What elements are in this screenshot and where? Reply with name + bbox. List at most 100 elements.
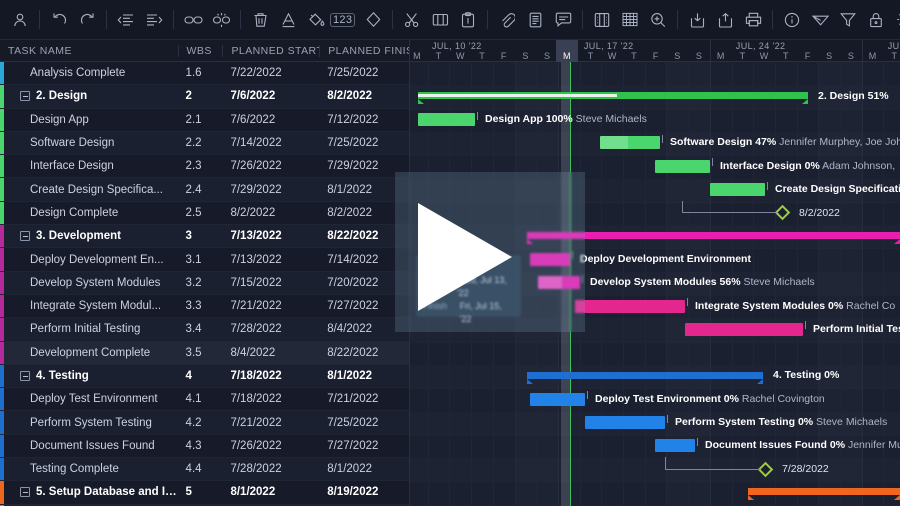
cell-wbs[interactable]: 3.3 — [178, 300, 223, 312]
cell-task-name[interactable]: Deploy Development En... — [0, 254, 178, 266]
cell-task-name[interactable]: 3. Development — [0, 230, 178, 242]
cell-wbs[interactable]: 2.1 — [178, 114, 223, 126]
cell-planned-start[interactable]: 7/6/2022 — [222, 114, 319, 126]
cell-planned-finish[interactable]: 7/25/2022 — [319, 417, 409, 429]
integrate-system-modules-bar[interactable] — [575, 299, 685, 313]
cell-task-name[interactable]: 2. Design — [0, 90, 178, 102]
table-row[interactable]: Design App 2.1 7/6/2022 7/12/2022 — [0, 108, 409, 132]
cell-wbs[interactable]: 3.1 — [178, 254, 223, 266]
collapse-toggle[interactable] — [20, 487, 30, 498]
cell-planned-start[interactable]: 8/2/2022 — [222, 207, 319, 219]
table-row[interactable]: Analysis Complete 1.6 7/22/2022 7/25/2022 — [0, 62, 409, 86]
cell-planned-finish[interactable]: 7/25/2022 — [319, 67, 409, 79]
cell-wbs[interactable]: 4.4 — [178, 463, 223, 475]
setup-database-summary-bar[interactable] — [748, 488, 900, 501]
cell-task-name[interactable]: Document Issues Found — [0, 440, 178, 452]
paste-icon[interactable] — [454, 6, 482, 34]
cell-wbs[interactable]: 5 — [178, 486, 223, 498]
design-complete-milestone[interactable] — [774, 205, 791, 221]
cell-task-name[interactable]: Software Design — [0, 137, 178, 149]
cell-planned-start[interactable]: 7/18/2022 — [222, 370, 319, 382]
cell-planned-finish[interactable]: 8/1/2022 — [319, 370, 409, 382]
text-color-icon[interactable] — [274, 6, 302, 34]
cell-planned-finish[interactable]: 7/29/2022 — [319, 160, 409, 172]
deploy-test-env-bar[interactable] — [530, 392, 585, 406]
cell-planned-finish[interactable]: 8/22/2022 — [319, 347, 409, 359]
cell-task-name[interactable]: Development Complete — [0, 347, 178, 359]
cell-planned-start[interactable]: 7/13/2022 — [222, 230, 319, 242]
table-row[interactable]: Software Design 2.2 7/14/2022 7/25/2022 — [0, 131, 409, 156]
table-row[interactable]: Perform System Testing 4.2 7/21/2022 7/25/2… — [0, 411, 409, 435]
table-row[interactable]: 3. Development 3 7/13/2022 8/22/2022 — [0, 225, 409, 249]
cell-wbs[interactable]: 3 — [178, 230, 223, 242]
cell-planned-start[interactable]: 7/22/2022 — [222, 67, 319, 79]
software-design-bar[interactable] — [600, 136, 660, 150]
create-design-spec-bar[interactable] — [710, 183, 765, 196]
cell-planned-start[interactable]: 7/28/2022 — [222, 463, 319, 475]
cell-task-name[interactable]: Develop System Modules — [0, 277, 178, 289]
lock-icon[interactable] — [862, 6, 890, 34]
table-row[interactable]: 5. Setup Database and Imp... 5 8/1/2022 8/1… — [0, 481, 409, 505]
cell-task-name[interactable]: Deploy Test Environment — [0, 393, 178, 405]
cell-wbs[interactable]: 3.2 — [178, 277, 223, 289]
comment-icon[interactable] — [549, 6, 577, 34]
fill-color-icon[interactable] — [302, 6, 330, 34]
cell-wbs[interactable]: 2 — [178, 90, 223, 102]
table-row[interactable]: Document Issues Found 4.3 7/26/2022 7/27/20… — [0, 434, 409, 459]
cell-planned-finish[interactable]: 8/19/2022 — [319, 486, 409, 498]
collapse-toggle[interactable] — [20, 91, 30, 102]
cell-planned-finish[interactable]: 8/2/2022 — [319, 90, 409, 102]
zoom-icon[interactable] — [644, 6, 672, 34]
cell-planned-start[interactable]: 7/15/2022 — [222, 277, 319, 289]
document-issues-found-bar[interactable] — [655, 439, 695, 453]
cell-task-name[interactable]: 4. Testing — [0, 370, 178, 382]
print-icon[interactable] — [739, 6, 767, 34]
cell-wbs[interactable]: 4 — [178, 370, 223, 382]
notes-icon[interactable] — [521, 6, 549, 34]
send-icon[interactable] — [806, 6, 834, 34]
table-row[interactable]: Deploy Test Environment 4.1 7/18/2022 7/21/… — [0, 388, 409, 412]
user-icon[interactable] — [6, 6, 34, 34]
cell-task-name[interactable]: Design Complete — [0, 207, 178, 219]
cell-planned-start[interactable]: 7/26/2022 — [222, 440, 319, 452]
cell-planned-start[interactable]: 7/14/2022 — [222, 137, 319, 149]
cell-planned-finish[interactable]: 7/21/2022 — [319, 393, 409, 405]
cell-planned-start[interactable]: 7/28/2022 — [222, 323, 319, 335]
table-row[interactable]: Create Design Specifica... 2.4 7/29/2022 8/… — [0, 178, 409, 202]
table-row[interactable]: 2. Design 2 7/6/2022 8/2/2022 — [0, 85, 409, 109]
gear-icon[interactable] — [890, 6, 900, 34]
cell-planned-finish[interactable]: 7/12/2022 — [319, 114, 409, 126]
table-row[interactable]: Development Complete 3.5 8/4/2022 8/22/2022 — [0, 341, 409, 365]
copy-icon[interactable] — [426, 6, 454, 34]
cell-planned-start[interactable]: 7/21/2022 — [222, 417, 319, 429]
table-row[interactable]: Deploy Development En... 3.1 7/13/2022 7/14… — [0, 248, 409, 272]
cell-planned-start[interactable]: 7/13/2022 — [222, 254, 319, 266]
cell-planned-finish[interactable]: 8/1/2022 — [319, 463, 409, 475]
cell-planned-start[interactable]: 7/6/2022 — [222, 90, 319, 102]
design-app-bar[interactable] — [418, 113, 475, 127]
info-icon[interactable] — [778, 6, 806, 34]
interface-design-bar[interactable] — [655, 159, 710, 173]
cell-planned-finish[interactable]: 7/27/2022 — [319, 440, 409, 452]
attachment-icon[interactable] — [493, 6, 521, 34]
task-grid[interactable]: TASK NAME WBS PLANNED START... PLANNED F… — [0, 40, 410, 506]
cell-wbs[interactable]: 4.2 — [178, 417, 223, 429]
cell-planned-start[interactable]: 7/26/2022 — [222, 160, 319, 172]
column-header-wbs[interactable]: WBS — [177, 44, 223, 57]
cell-planned-start[interactable]: 7/21/2022 — [222, 300, 319, 312]
table-row[interactable]: 4. Testing 4 7/18/2022 8/1/2022 — [0, 364, 409, 389]
cell-task-name[interactable]: Interface Design — [0, 160, 178, 172]
table-row[interactable]: Testing Complete 4.4 7/28/2022 8/1/2022 — [0, 458, 409, 482]
redo-icon[interactable] — [73, 6, 101, 34]
cell-wbs[interactable]: 2.4 — [178, 184, 223, 196]
cell-wbs[interactable]: 3.4 — [178, 323, 223, 335]
outdent-icon[interactable] — [112, 6, 140, 34]
cell-wbs[interactable]: 2.3 — [178, 160, 223, 172]
cell-wbs[interactable]: 4.3 — [178, 440, 223, 452]
collapse-toggle[interactable] — [20, 231, 30, 242]
cell-task-name[interactable]: Perform Initial Testing — [0, 323, 178, 335]
column-header-task-name[interactable]: TASK NAME — [0, 45, 178, 57]
cell-planned-start[interactable]: 8/1/2022 — [222, 486, 319, 498]
undo-icon[interactable] — [45, 6, 73, 34]
columns-icon[interactable] — [588, 6, 616, 34]
